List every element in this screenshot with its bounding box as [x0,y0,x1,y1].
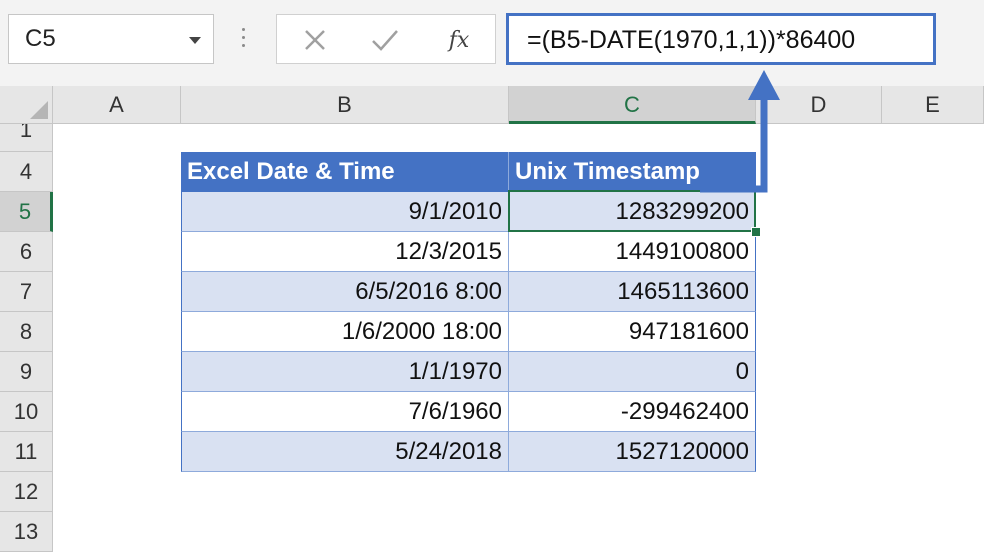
annotation-arrow-icon [700,70,780,193]
